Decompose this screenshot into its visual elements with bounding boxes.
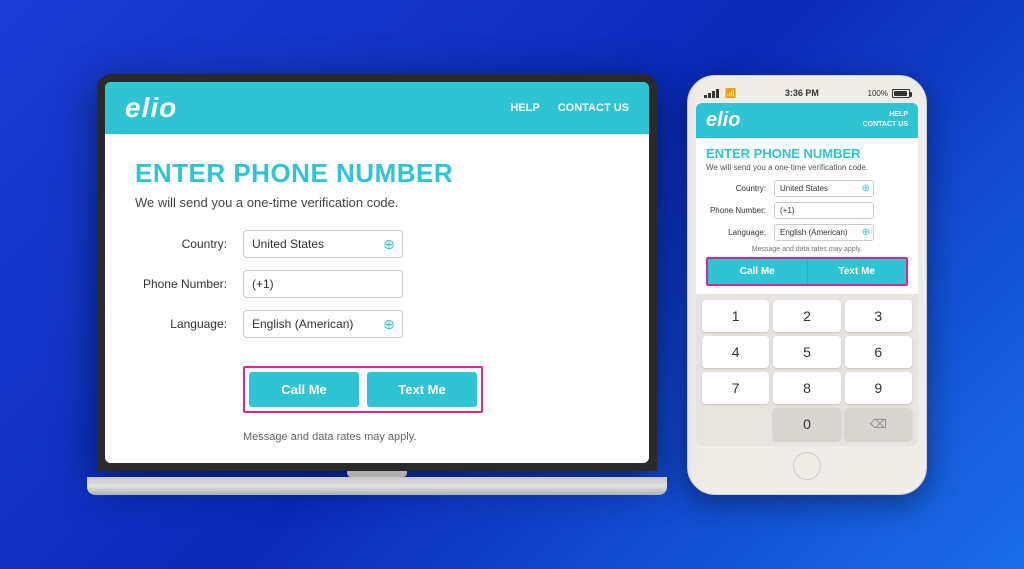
phone-navbar: elio HELP CONTACT US	[696, 103, 918, 138]
country-label: Country:	[135, 237, 235, 251]
key-6[interactable]: 6	[845, 336, 912, 368]
phone-screen: elio HELP CONTACT US ENTER PHONE NUMBER …	[696, 103, 918, 446]
country-select[interactable]: United States	[243, 230, 403, 258]
key-5[interactable]: 5	[773, 336, 840, 368]
phone-button-group: Call Me Text Me	[706, 257, 908, 286]
keypad: 1 2 3 4 5 6 7 8 9 0 ⌫	[696, 294, 918, 446]
call-me-button[interactable]: Call Me	[249, 372, 359, 407]
nav-help[interactable]: HELP	[510, 102, 539, 114]
laptop-screen: elio HELP CONTACT US ENTER PHONE NUMBER …	[105, 82, 649, 463]
phone-country-select[interactable]: United States	[774, 180, 874, 197]
page-title: ENTER PHONE NUMBER	[135, 158, 619, 189]
phone-device: 📶 3:36 PM 100% elio HELP CONTACT US	[687, 75, 927, 495]
key-7[interactable]: 7	[702, 372, 769, 404]
signal-bar-4	[716, 89, 719, 98]
signal-bar-2	[708, 93, 711, 98]
phone-country-label: Country:	[706, 184, 770, 193]
laptop-notch	[347, 471, 407, 477]
signal-bars	[704, 89, 719, 98]
phone-country-select-wrapper: United States ⊕	[774, 180, 874, 197]
laptop-body: elio HELP CONTACT US ENTER PHONE NUMBER …	[97, 74, 657, 471]
phone-nav-links: HELP CONTACT US	[863, 110, 908, 130]
signal-bar-1	[704, 95, 707, 98]
country-row: Country: United States ⊕	[135, 230, 619, 258]
browser-body: ENTER PHONE NUMBER We will send you a on…	[105, 134, 649, 463]
phone-nav-contact[interactable]: CONTACT US	[863, 120, 908, 130]
nav-links: HELP CONTACT US	[510, 102, 629, 114]
phone-phone-row: Phone Number:	[706, 202, 908, 219]
phone-phone-input[interactable]	[774, 202, 874, 219]
battery-percent: 100%	[868, 89, 888, 98]
phone-page-subtitle: We will send you a one-time verification…	[706, 163, 908, 172]
phone-country-row: Country: United States ⊕	[706, 180, 908, 197]
phone-body-content: ENTER PHONE NUMBER We will send you a on…	[696, 138, 918, 294]
phone-language-row: Language: English (American) ⊕	[706, 224, 908, 241]
key-1[interactable]: 1	[702, 300, 769, 332]
phone-phone-label: Phone Number:	[706, 206, 770, 215]
status-signal-area: 📶	[704, 88, 736, 99]
backspace-key[interactable]: ⌫	[845, 408, 912, 440]
phone-language-label: Language:	[706, 228, 770, 237]
country-select-wrapper: United States ⊕	[243, 230, 403, 258]
key-4[interactable]: 4	[702, 336, 769, 368]
signal-bar-3	[712, 91, 715, 98]
phone-text-button[interactable]: Text Me	[808, 259, 907, 284]
phone-label: Phone Number:	[135, 277, 235, 291]
battery-icon	[892, 89, 910, 98]
browser-navbar: elio HELP CONTACT US	[105, 82, 649, 134]
key-8[interactable]: 8	[773, 372, 840, 404]
nav-contact[interactable]: CONTACT US	[558, 102, 629, 114]
phone-language-select[interactable]: English (American)	[774, 224, 874, 241]
keypad-grid: 1 2 3 4 5 6 7 8 9 0 ⌫	[702, 300, 912, 440]
phone-call-button[interactable]: Call Me	[708, 259, 808, 284]
laptop-base	[87, 477, 667, 495]
status-battery-area: 100%	[868, 89, 910, 98]
phone-logo: elio	[706, 109, 740, 132]
phone-status-bar: 📶 3:36 PM 100%	[696, 86, 918, 103]
disclaimer-text: Message and data rates may apply.	[243, 431, 619, 443]
language-select-wrapper: English (American) ⊕	[243, 310, 403, 338]
home-button[interactable]	[793, 452, 821, 480]
key-0[interactable]: 0	[773, 408, 840, 440]
language-row: Language: English (American) ⊕	[135, 310, 619, 338]
button-group: Call Me Text Me	[243, 366, 483, 413]
wifi-icon: 📶	[725, 88, 736, 99]
phone-page-title: ENTER PHONE NUMBER	[706, 146, 908, 161]
text-me-button[interactable]: Text Me	[367, 372, 477, 407]
key-3[interactable]: 3	[845, 300, 912, 332]
laptop-device: elio HELP CONTACT US ENTER PHONE NUMBER …	[97, 74, 657, 495]
status-time: 3:36 PM	[785, 88, 819, 98]
phone-home-bar	[696, 446, 918, 484]
phone-body: 📶 3:36 PM 100% elio HELP CONTACT US	[687, 75, 927, 495]
phone-row: Phone Number:	[135, 270, 619, 298]
phone-input[interactable]	[243, 270, 403, 298]
battery-fill	[894, 91, 907, 96]
page-subtitle: We will send you a one-time verification…	[135, 195, 619, 210]
scene: elio HELP CONTACT US ENTER PHONE NUMBER …	[0, 0, 1024, 569]
language-label: Language:	[135, 317, 235, 331]
key-2[interactable]: 2	[773, 300, 840, 332]
phone-language-select-wrapper: English (American) ⊕	[774, 224, 874, 241]
phone-nav-help[interactable]: HELP	[863, 110, 908, 120]
key-empty	[702, 408, 769, 440]
laptop-logo: elio	[125, 92, 177, 124]
key-9[interactable]: 9	[845, 372, 912, 404]
language-select[interactable]: English (American)	[243, 310, 403, 338]
phone-disclaimer: Message and data rates may apply.	[706, 246, 908, 253]
